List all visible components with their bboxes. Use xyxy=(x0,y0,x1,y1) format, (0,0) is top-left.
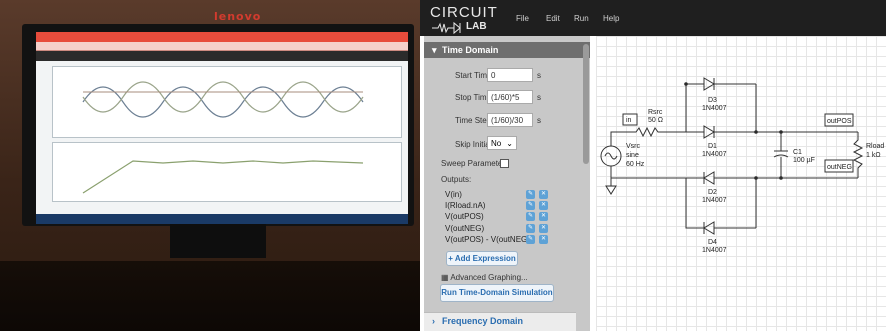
menu-help[interactable]: Help xyxy=(603,14,619,23)
c1-symbol xyxy=(773,132,789,178)
run-time-domain-button[interactable]: Run Time-Domain Simulation xyxy=(440,284,554,302)
skip-initial-label: Skip Initial xyxy=(455,140,492,149)
output-row-0: V(in) xyxy=(445,190,462,199)
stop-time-label: Stop Time xyxy=(455,93,492,102)
d4-part: 1N4007 xyxy=(702,247,727,254)
stop-time-input[interactable]: (1/60)*5 xyxy=(487,90,533,104)
graph-icon: ▦ xyxy=(441,273,449,282)
wire-in xyxy=(610,131,624,146)
d2-symbol xyxy=(696,171,756,185)
remove-output-3-icon[interactable]: ✕ xyxy=(539,224,548,233)
c1-value: 100 µF xyxy=(793,157,815,164)
circuitlab-logo: CIRCUIT LAB xyxy=(430,4,497,35)
rsrc-value: 50 Ω xyxy=(648,117,663,124)
time-step-label: Time Step xyxy=(455,116,492,125)
rload-value: 1 kΩ xyxy=(866,152,881,159)
d1-name: D1 xyxy=(708,143,717,150)
d2-name: D2 xyxy=(708,189,717,196)
start-time-unit: s xyxy=(537,71,541,80)
stop-time-unit: s xyxy=(537,93,541,102)
d3-name: D3 xyxy=(708,97,717,104)
output-row-2: V(outPOS) xyxy=(445,212,484,221)
rsrc-name: Rsrc xyxy=(648,109,663,116)
monitor-screen xyxy=(36,32,408,224)
wire-neg-left xyxy=(611,177,696,229)
output-row-3: V(outNEG) xyxy=(445,224,485,233)
start-time-input[interactable]: 0 xyxy=(487,68,533,82)
time-step-input[interactable]: (1/60)/30 xyxy=(487,113,533,127)
ground-icon xyxy=(605,185,617,195)
collapse-arrow-icon: ▾ xyxy=(432,45,437,55)
outputs-label: Outputs: xyxy=(441,175,472,184)
d2-part: 1N4007 xyxy=(702,197,727,204)
sweep-parameter-label: Sweep Parameter: xyxy=(441,159,508,168)
sine-icon xyxy=(604,152,618,160)
c1-name: C1 xyxy=(793,149,802,156)
outneg-label: outNEG xyxy=(827,164,852,171)
edit-output-1-icon[interactable]: ✎ xyxy=(526,201,535,210)
remove-output-1-icon[interactable]: ✕ xyxy=(539,201,548,210)
remove-output-0-icon[interactable]: ✕ xyxy=(539,190,548,199)
rsrc-symbol xyxy=(624,126,686,138)
output-row-4: V(outPOS) - V(outNEG) xyxy=(445,235,530,244)
edit-output-3-icon[interactable]: ✎ xyxy=(526,224,535,233)
sweep-parameter-checkbox[interactable] xyxy=(500,159,509,168)
wire-gnd xyxy=(610,166,616,187)
skip-initial-value: No xyxy=(491,139,502,148)
d3-symbol xyxy=(696,77,756,91)
expand-arrow-icon: › xyxy=(432,316,435,326)
logo-text-bottom: LAB xyxy=(466,21,487,32)
schematic-drawing: in outPOS outNEG Rsrc 50 Ω Vsrc sine 60 … xyxy=(600,77,884,254)
rload-symbol xyxy=(852,132,864,178)
waveform-plot-bottom xyxy=(52,142,402,202)
rload-name: Rload xyxy=(866,143,884,150)
app-toolbar-in-photo xyxy=(36,51,408,61)
desk xyxy=(0,261,420,331)
skip-initial-select[interactable]: No ⌄ xyxy=(487,136,517,150)
menu-file[interactable]: File xyxy=(516,14,529,23)
time-domain-title: Time Domain xyxy=(442,45,499,55)
vsrc-freq: 60 Hz xyxy=(626,161,645,168)
waveform-lines xyxy=(82,81,364,118)
add-expression-button[interactable]: + Add Expression xyxy=(446,251,518,266)
remove-output-4-icon[interactable]: ✕ xyxy=(539,235,548,244)
advanced-graphing-option[interactable]: ▦ Advanced Graphing... xyxy=(441,273,528,282)
monitor-photo: lenovo xyxy=(0,0,420,331)
time-domain-header[interactable]: ▾ Time Domain xyxy=(424,42,590,58)
app-menubar: CIRCUIT LAB File Edit Run Help xyxy=(420,0,886,36)
frequency-domain-title: Frequency Domain xyxy=(442,316,524,326)
output-row-1: I(Rload.nA) xyxy=(445,201,486,210)
start-time-label: Start Time xyxy=(455,71,492,80)
waveform-current-line xyxy=(82,160,364,194)
chevron-down-icon: ⌄ xyxy=(506,139,513,148)
time-step-unit: s xyxy=(537,116,541,125)
browser-tabs-bar xyxy=(36,32,408,42)
vsrc-name: Vsrc xyxy=(626,143,641,150)
d3-part: 1N4007 xyxy=(702,105,727,112)
monitor-bezel xyxy=(22,24,414,226)
edit-output-4-icon[interactable]: ✎ xyxy=(526,235,535,244)
d4-name: D4 xyxy=(708,239,717,246)
advanced-graphing-label: Advanced Graphing... xyxy=(450,273,528,282)
in-node-label: in xyxy=(626,117,632,124)
outpos-label: outPOS xyxy=(827,118,852,125)
edit-output-0-icon[interactable]: ✎ xyxy=(526,190,535,199)
d1-part: 1N4007 xyxy=(702,151,727,158)
logo-text-top: CIRCUIT xyxy=(430,4,498,21)
waveform-plot-top xyxy=(52,66,402,138)
sidebar-scrollbar[interactable] xyxy=(583,44,589,164)
menu-run[interactable]: Run xyxy=(574,14,589,23)
d1-symbol xyxy=(696,125,756,139)
monitor-brand-logo: lenovo xyxy=(214,10,262,23)
edit-output-2-icon[interactable]: ✎ xyxy=(526,212,535,221)
os-taskbar xyxy=(36,214,408,224)
remove-output-2-icon[interactable]: ✕ xyxy=(539,212,548,221)
d4-symbol xyxy=(696,221,756,235)
browser-url-bar xyxy=(36,42,408,51)
frequency-domain-header[interactable]: › Frequency Domain xyxy=(424,312,576,331)
menu-edit[interactable]: Edit xyxy=(546,14,560,23)
wire-d3-left xyxy=(685,83,696,132)
vsrc-type: sine xyxy=(626,152,639,159)
monitor-stand xyxy=(170,224,266,258)
